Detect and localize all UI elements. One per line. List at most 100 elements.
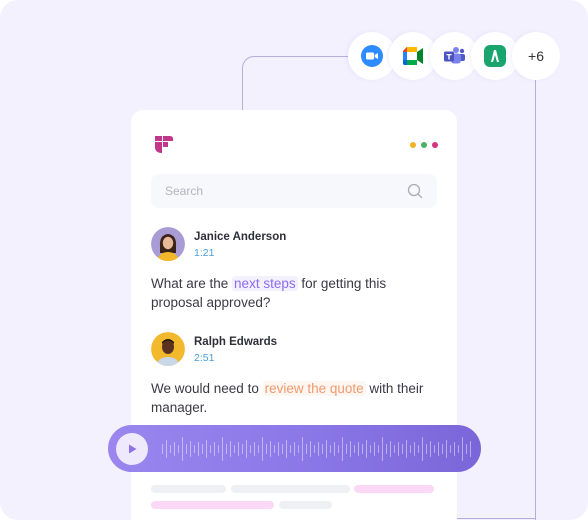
- timestamp-link[interactable]: 1:21: [194, 247, 214, 259]
- waveform-bar: [322, 443, 323, 454]
- waveform-bar: [430, 440, 431, 457]
- waveform-bar: [434, 444, 435, 453]
- waveform-bar: [462, 436, 463, 461]
- waveform-bar: [318, 441, 319, 456]
- waveform-bar: [282, 443, 283, 454]
- message-text: We would need to review the quote with t…: [151, 379, 441, 417]
- waveform-bar: [386, 443, 387, 454]
- waveform-bar: [314, 444, 315, 453]
- waveform-bar: [454, 441, 455, 456]
- waveform-bar: [246, 439, 247, 458]
- highlight-keyword[interactable]: review the quote: [262, 381, 366, 396]
- search-icon[interactable]: [407, 183, 423, 199]
- waveform-bar: [182, 436, 183, 461]
- skeleton-line: [151, 501, 274, 509]
- dot-green: [421, 142, 427, 148]
- waveform-bar: [394, 444, 395, 453]
- waveform-bar: [174, 441, 175, 456]
- waveform-bar: [422, 436, 423, 461]
- dot-pink: [432, 142, 438, 148]
- waveform-bar: [266, 443, 267, 454]
- waveform-bar: [302, 436, 303, 461]
- waveform-bar: [334, 441, 335, 456]
- waveform-bar: [238, 441, 239, 456]
- play-button[interactable]: [116, 432, 148, 465]
- audio-waveform[interactable]: [162, 435, 471, 463]
- waveform-bar: [338, 444, 339, 453]
- integrations-row: +6: [348, 32, 560, 80]
- waveform-bar: [222, 436, 223, 461]
- waveform-bar: [218, 444, 219, 453]
- avatar-janice-icon: [151, 227, 185, 261]
- waveform-bar: [198, 441, 199, 456]
- waveform-bar: [442, 443, 443, 454]
- text-segment: What are the: [151, 276, 233, 291]
- waveform-bar: [470, 440, 471, 457]
- more-integrations-button[interactable]: +6: [512, 32, 560, 80]
- more-integrations-count: +6: [528, 48, 544, 64]
- waveform-bar: [310, 440, 311, 457]
- waveform-bar: [258, 444, 259, 453]
- waveform-bar: [166, 439, 167, 458]
- author-name: Janice Anderson: [194, 231, 287, 243]
- waveform-bar: [390, 440, 391, 457]
- connector-line: [535, 80, 536, 520]
- waveform-bar: [438, 441, 439, 456]
- waveform-bar: [418, 444, 419, 453]
- waveform-bar: [466, 443, 467, 454]
- waveform-bar: [362, 443, 363, 454]
- waveform-bar: [298, 444, 299, 453]
- avatar-ralph-icon: [151, 332, 185, 366]
- text-segment: We would need to: [151, 381, 263, 396]
- search-box: [151, 174, 437, 208]
- waveform-bar: [346, 443, 347, 454]
- waveform-bar: [426, 443, 427, 454]
- waveform-bar: [402, 443, 403, 454]
- teams-icon: [444, 47, 465, 64]
- waveform-bar: [230, 440, 231, 457]
- waveform-bar: [354, 444, 355, 453]
- waveform-bar: [254, 441, 255, 456]
- waveform-bar: [274, 444, 275, 453]
- audio-player: [108, 425, 481, 472]
- waveform-bar: [290, 444, 291, 453]
- skeleton-line: [354, 485, 434, 493]
- highlight-keyword[interactable]: next steps: [232, 276, 298, 291]
- waveform-bar: [406, 439, 407, 458]
- window-dots[interactable]: [410, 142, 438, 148]
- waveform-bar: [186, 443, 187, 454]
- waveform-bar: [202, 443, 203, 454]
- waveform-bar: [458, 444, 459, 453]
- connector-line: [242, 56, 353, 111]
- waveform-bar: [410, 444, 411, 453]
- avatar: [151, 332, 185, 366]
- message-text: What are the next steps for getting this…: [151, 274, 441, 312]
- avatar: [151, 227, 185, 261]
- skeleton-line: [279, 501, 332, 509]
- waveform-bar: [162, 443, 163, 454]
- waveform-bar: [382, 436, 383, 461]
- waveform-bar: [398, 441, 399, 456]
- logo-icon: [155, 136, 173, 153]
- waveform-bar: [374, 441, 375, 456]
- waveform-bar: [194, 444, 195, 453]
- dot-yellow: [410, 142, 416, 148]
- waveform-bar: [242, 443, 243, 454]
- waveform-bar: [262, 436, 263, 461]
- timestamp-link[interactable]: 2:51: [194, 352, 214, 364]
- waveform-bar: [366, 439, 367, 458]
- play-icon: [129, 444, 137, 453]
- waveform-bar: [286, 439, 287, 458]
- waveform-bar: [350, 440, 351, 457]
- search-input[interactable]: [165, 184, 407, 198]
- waveform-bar: [306, 443, 307, 454]
- waveform-bar: [214, 441, 215, 456]
- waveform-bar: [250, 444, 251, 453]
- skeleton-line: [151, 485, 226, 493]
- waveform-bar: [326, 439, 327, 458]
- waveform-bar: [226, 443, 227, 454]
- waveform-bar: [210, 444, 211, 453]
- waveform-bar: [206, 439, 207, 458]
- waveform-bar: [170, 444, 171, 453]
- waveform-bar: [450, 444, 451, 453]
